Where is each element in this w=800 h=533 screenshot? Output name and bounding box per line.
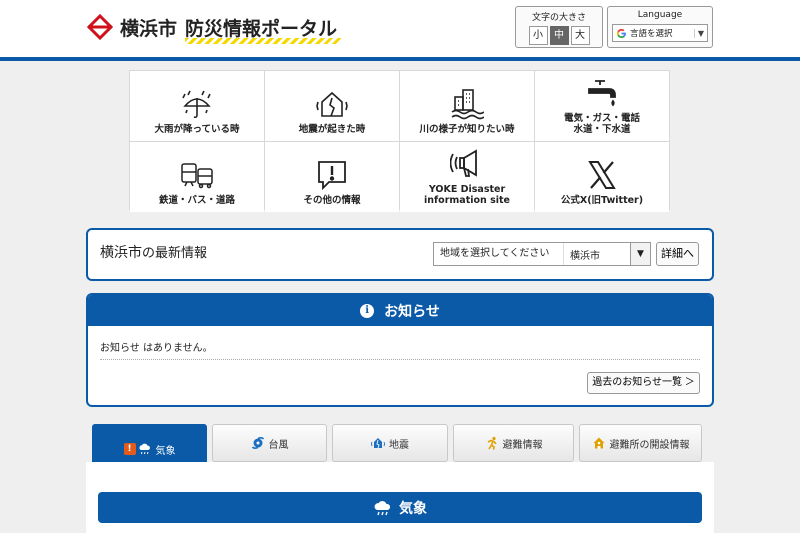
site-header: 横浜市 防災情報ポータル 文字の大きさ 小 中 大 Language 言語を選択… <box>0 0 800 61</box>
train-bus-icon <box>181 163 213 189</box>
typhoon-icon <box>251 437 264 449</box>
megaphone-icon <box>450 149 477 177</box>
language-label: Language <box>637 10 683 20</box>
latest-info-title: 横浜市の最新情報 <box>100 245 208 261</box>
category-label: その他の情報 <box>303 195 361 206</box>
language-select-text: 言語を選択 <box>630 29 673 39</box>
category-label: 大雨が降っている時 <box>154 124 240 135</box>
cloud-rain-icon <box>138 443 150 455</box>
chevron-down-icon: ▼ <box>630 243 650 265</box>
faucet-icon <box>588 80 616 107</box>
region-select[interactable]: 地域を選択してください 横浜市 ▼ <box>433 242 651 266</box>
category-label: 鉄道・バス・道路 <box>158 195 235 206</box>
language-control: Language 言語を選択 ▼ <box>607 6 713 48</box>
category-label: YOKE Disaster information site <box>424 184 510 206</box>
tab-label: 地震 <box>389 439 409 451</box>
category-transport[interactable]: 鉄道・バス・道路 <box>130 142 264 212</box>
tab-shelter-info[interactable]: 避難所の開設情報 <box>579 424 702 462</box>
house-earthquake-icon <box>316 91 348 117</box>
running-person-icon <box>487 436 497 450</box>
category-earthquake[interactable]: 地震が起きた時 <box>265 71 399 141</box>
notice-panel: i お知らせ お知らせ はありません。 過去のお知らせ一覧 ＞ <box>86 293 714 407</box>
info-icon: i <box>360 303 375 318</box>
warning-icon: ! <box>123 443 136 455</box>
category-yoke-site[interactable]: YOKE Disaster information site <box>400 142 534 212</box>
house-earthquake-icon <box>371 438 385 449</box>
tab-label: 台風 <box>268 439 289 451</box>
font-size-label: 文字の大きさ <box>531 13 586 23</box>
cloud-rain-icon <box>374 500 391 515</box>
category-utilities[interactable]: 電気・ガス・電話 水道・下水道 <box>535 71 669 141</box>
weather-header: 気象 <box>98 492 702 523</box>
chevron-down-icon: ▼ <box>693 28 704 38</box>
font-size-large-button[interactable]: 大 <box>570 26 590 45</box>
region-select-value: 横浜市 <box>570 250 600 262</box>
tab-earthquake[interactable]: 地震 <box>332 424 448 462</box>
category-label: 川の様子が知りたい時 <box>419 124 515 135</box>
category-label: 電気・ガス・電話 水道・下水道 <box>563 113 640 135</box>
google-icon <box>616 28 626 38</box>
category-official-x[interactable]: 公式X(旧Twitter) <box>535 142 669 212</box>
logo-city-name: 横浜市 <box>120 17 178 40</box>
category-grid: 大雨が降っている時 地震が起きた時 川の様子が知りたい時 電気・ガス・電話 水道… <box>129 70 670 212</box>
category-heavy-rain[interactable]: 大雨が降っている時 <box>130 71 264 141</box>
umbrella-rain-icon <box>182 90 211 119</box>
tab-label: 気象 <box>155 445 176 457</box>
font-size-medium-button[interactable]: 中 <box>549 26 569 45</box>
tab-label: 避難所の開設情報 <box>609 439 690 451</box>
logo-portal-name: 防災情報ポータル <box>185 14 342 44</box>
category-other-info[interactable]: その他の情報 <box>265 142 399 212</box>
x-logo-icon <box>588 161 616 189</box>
tab-label: 避難情報 <box>502 439 543 451</box>
detail-button[interactable]: 詳細へ <box>656 242 699 266</box>
font-size-small-button[interactable]: 小 <box>528 26 548 45</box>
category-river[interactable]: 川の様子が知りたい時 <box>400 71 534 141</box>
notice-title: お知らせ <box>384 303 440 320</box>
category-label: 公式X(旧Twitter) <box>560 195 644 206</box>
region-select-placeholder: 地域を選択してください <box>434 243 564 265</box>
yokohama-emblem-icon <box>86 13 114 41</box>
category-label: 地震が起きた時 <box>298 124 366 135</box>
notice-header: i お知らせ <box>88 295 712 326</box>
speech-exclamation-icon <box>318 161 346 191</box>
site-logo[interactable]: 横浜市 防災情報ポータル <box>86 13 342 44</box>
latest-info-panel: 横浜市の最新情報 地域を選択してください 横浜市 ▼ 詳細へ <box>86 228 714 281</box>
divider <box>100 359 700 360</box>
past-notices-button[interactable]: 過去のお知らせ一覧 ＞ <box>587 372 700 394</box>
notice-message: お知らせ はありません。 <box>100 343 213 354</box>
tab-evacuation-info[interactable]: 避難情報 <box>453 424 574 462</box>
weather-title: 気象 <box>399 500 427 517</box>
language-select[interactable]: 言語を選択 ▼ <box>612 24 708 42</box>
font-size-control: 文字の大きさ 小 中 大 <box>515 6 603 48</box>
shelter-house-icon <box>593 437 604 449</box>
river-building-icon <box>451 89 484 120</box>
tab-typhoon[interactable]: 台風 <box>212 424 327 462</box>
weather-panel: 気象 <box>86 462 714 533</box>
